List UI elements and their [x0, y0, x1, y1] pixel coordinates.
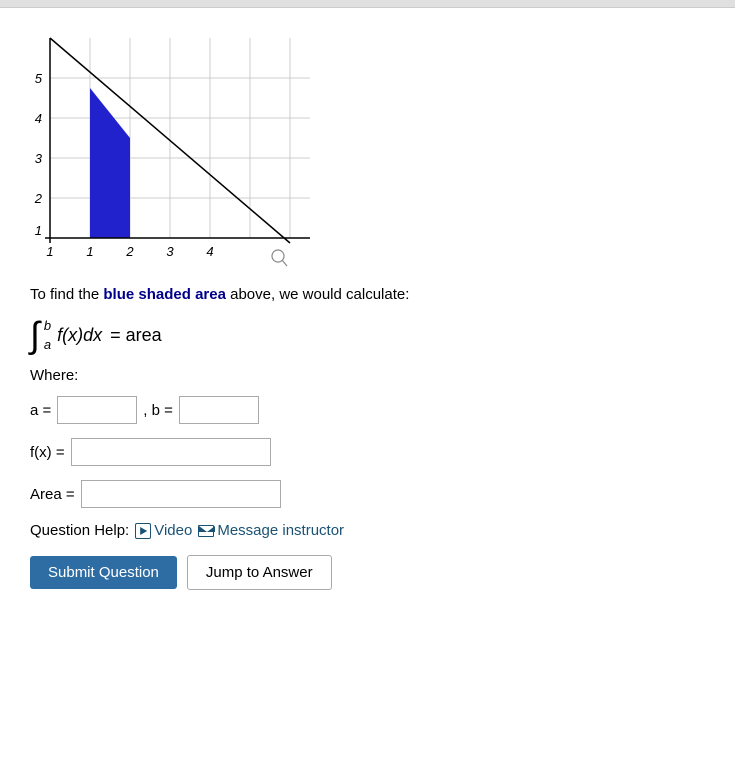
integral-limits: b a: [44, 318, 51, 352]
video-label: Video: [154, 522, 192, 539]
blue-area: [90, 88, 130, 238]
svg-text:1: 1: [35, 223, 42, 238]
svg-text:4: 4: [35, 111, 42, 126]
button-row: Submit Question Jump to Answer: [30, 555, 705, 590]
svg-text:3: 3: [166, 244, 174, 259]
svg-text:2: 2: [125, 244, 134, 259]
integral-equals: = area: [110, 325, 162, 346]
b-label: , b =: [143, 402, 173, 419]
area-field-row: Area =: [30, 480, 705, 508]
svg-text:1: 1: [46, 244, 53, 259]
message-instructor-link[interactable]: Message instructor: [198, 522, 344, 539]
svg-text:4: 4: [206, 244, 213, 259]
jump-to-answer-button[interactable]: Jump to Answer: [187, 555, 332, 590]
fx-label: f(x) =: [30, 444, 65, 461]
where-label: Where:: [30, 367, 705, 384]
svg-text:3: 3: [35, 151, 43, 166]
message-instructor-label: Message instructor: [217, 522, 344, 539]
play-icon: [135, 523, 151, 539]
video-link[interactable]: Video: [135, 522, 192, 539]
a-input[interactable]: [57, 396, 137, 424]
svg-text:2: 2: [34, 191, 43, 206]
submit-question-button[interactable]: Submit Question: [30, 556, 177, 589]
top-bar: [0, 0, 735, 8]
integral-expression: f(x)dx: [57, 325, 102, 346]
highlight-text: blue shaded area: [103, 286, 226, 303]
svg-text:1: 1: [86, 244, 93, 259]
ab-field-row: a = , b =: [30, 396, 705, 424]
question-help-row: Question Help: Video Message instructor: [30, 522, 705, 539]
graph-container: 5 4 3 2 1 1 1 2 3 4: [30, 28, 320, 268]
integral-lower: a: [44, 337, 51, 352]
svg-text:5: 5: [35, 71, 43, 86]
a-label: a =: [30, 402, 51, 419]
area-label: Area =: [30, 486, 75, 503]
b-input[interactable]: [179, 396, 259, 424]
area-input[interactable]: [81, 480, 281, 508]
graph-svg: 5 4 3 2 1 1 1 2 3 4: [30, 28, 320, 268]
integral-upper: b: [44, 318, 51, 333]
main-content: 5 4 3 2 1 1 1 2 3 4 To find the blue sha…: [0, 8, 735, 620]
fx-field-row: f(x) =: [30, 438, 705, 466]
question-help-label: Question Help:: [30, 522, 129, 539]
fx-input[interactable]: [71, 438, 271, 466]
mail-icon: [198, 525, 214, 537]
integral-formula: ∫ b a f(x)dx = area: [30, 317, 705, 353]
integral-sign: ∫: [30, 317, 40, 353]
description-text: To find the blue shaded area above, we w…: [30, 286, 705, 303]
